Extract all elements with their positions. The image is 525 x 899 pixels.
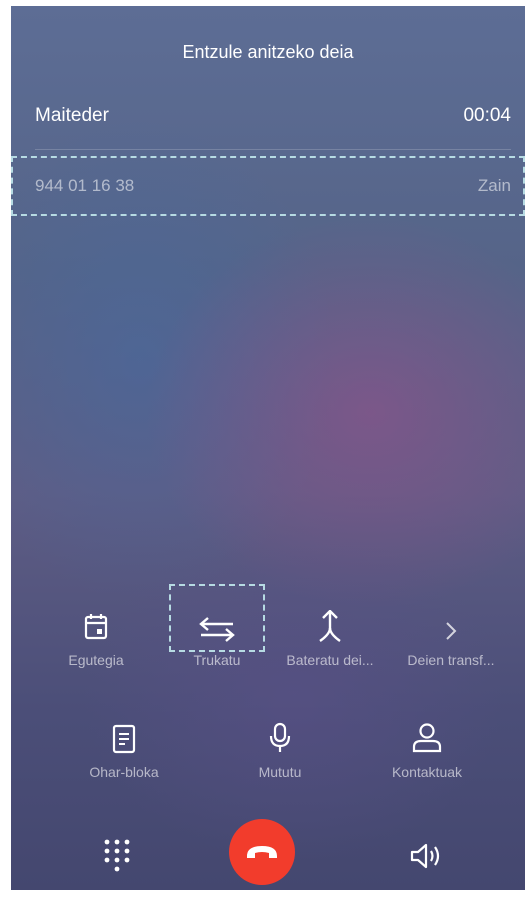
held-call-highlight bbox=[11, 156, 525, 216]
microphone-icon bbox=[225, 714, 335, 754]
call-transfer-button[interactable]: Deien transf... bbox=[399, 602, 503, 668]
merge-calls-button[interactable]: Bateratu dei... bbox=[275, 602, 385, 668]
speaker-icon bbox=[410, 843, 440, 869]
call-transfer-label: Deien transf... bbox=[407, 652, 495, 668]
mute-button[interactable]: Mututu bbox=[225, 714, 335, 780]
speaker-button[interactable] bbox=[403, 836, 451, 876]
swap-label: Trukatu bbox=[193, 652, 241, 668]
contacts-button[interactable]: Kontaktuak bbox=[372, 714, 482, 780]
dialpad-icon bbox=[104, 839, 130, 872]
merge-calls-label: Bateratu dei... bbox=[286, 652, 374, 668]
calendar-button[interactable]: Egutegia bbox=[41, 602, 151, 668]
contact-icon bbox=[372, 714, 482, 754]
swap-highlight bbox=[169, 584, 265, 652]
end-call-button[interactable] bbox=[229, 819, 295, 885]
calendar-label: Egutegia bbox=[68, 652, 124, 668]
calendar-icon bbox=[41, 602, 151, 642]
notepad-icon bbox=[69, 714, 179, 754]
end-call-icon bbox=[247, 846, 277, 858]
contacts-label: Kontaktuak bbox=[391, 764, 463, 780]
active-caller-name: Maiteder bbox=[35, 105, 109, 126]
chevron-right-icon bbox=[399, 602, 503, 642]
mute-label: Mututu bbox=[258, 764, 302, 780]
divider bbox=[35, 149, 511, 150]
call-screen: Entzule anitzeko deia Maiteder 00:04 944… bbox=[11, 6, 525, 890]
notepad-label: Ohar-bloka bbox=[89, 764, 159, 780]
call-title: Entzule anitzeko deia bbox=[182, 42, 354, 62]
active-call-row[interactable]: Maiteder 00:04 bbox=[11, 96, 525, 136]
merge-icon bbox=[275, 602, 385, 642]
notepad-button[interactable]: Ohar-bloka bbox=[69, 714, 179, 780]
call-duration: 00:04 bbox=[463, 105, 511, 126]
dialpad-button[interactable] bbox=[97, 836, 137, 876]
